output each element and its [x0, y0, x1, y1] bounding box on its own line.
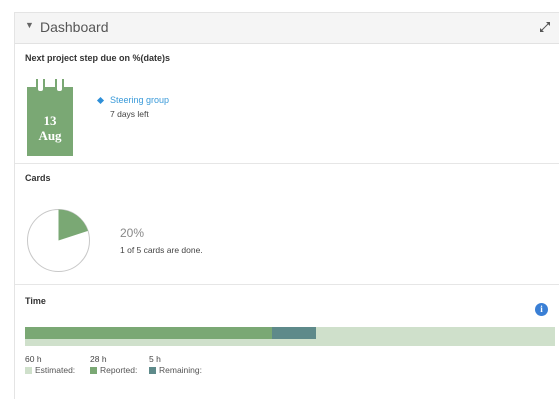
- estimated-swatch: [25, 367, 32, 374]
- info-icon[interactable]: i: [535, 303, 548, 316]
- panel-header[interactable]: ▼ Dashboard: [15, 13, 559, 44]
- milestone-link[interactable]: Steering group: [110, 95, 169, 105]
- next-step-title: Next project step due on %(date)s: [25, 53, 171, 63]
- remaining-swatch: [149, 367, 156, 374]
- legend-remaining: Remaining:: [149, 365, 202, 375]
- calendar-icon: 13 Aug: [27, 79, 73, 156]
- panel-title: Dashboard: [40, 19, 109, 35]
- remaining-value: 5 h: [149, 354, 161, 364]
- reported-bar: [25, 327, 273, 339]
- dashboard-panel: ▼ Dashboard Next project step due on %(d…: [14, 12, 559, 399]
- expand-icon[interactable]: [539, 21, 551, 33]
- cards-section: [15, 163, 559, 285]
- time-progress-bar: [25, 327, 555, 346]
- reported-label: Reported: [100, 365, 135, 375]
- days-left-text: 7 days left: [110, 109, 149, 119]
- legend-estimated: Estimated:: [25, 365, 75, 375]
- estimated-label: Estimated: [35, 365, 73, 375]
- calendar-ring-left: [36, 79, 45, 93]
- collapse-caret-icon[interactable]: ▼: [25, 20, 34, 30]
- reported-swatch: [90, 367, 97, 374]
- cards-percent: 20%: [120, 226, 145, 240]
- estimated-value: 60 h: [25, 354, 42, 364]
- calendar-ring-right: [55, 79, 64, 93]
- calendar-day: 13: [43, 113, 57, 128]
- cards-title: Cards: [25, 173, 51, 183]
- reported-value: 28 h: [90, 354, 107, 364]
- cards-summary: 1 of 5 cards are done.: [120, 245, 203, 255]
- legend-reported: Reported:: [90, 365, 137, 375]
- remaining-bar: [272, 327, 317, 339]
- cards-pie-chart: [27, 209, 90, 272]
- time-title: Time: [25, 296, 46, 306]
- calendar-month: Aug: [38, 128, 62, 143]
- remaining-label: Remaining: [159, 365, 200, 375]
